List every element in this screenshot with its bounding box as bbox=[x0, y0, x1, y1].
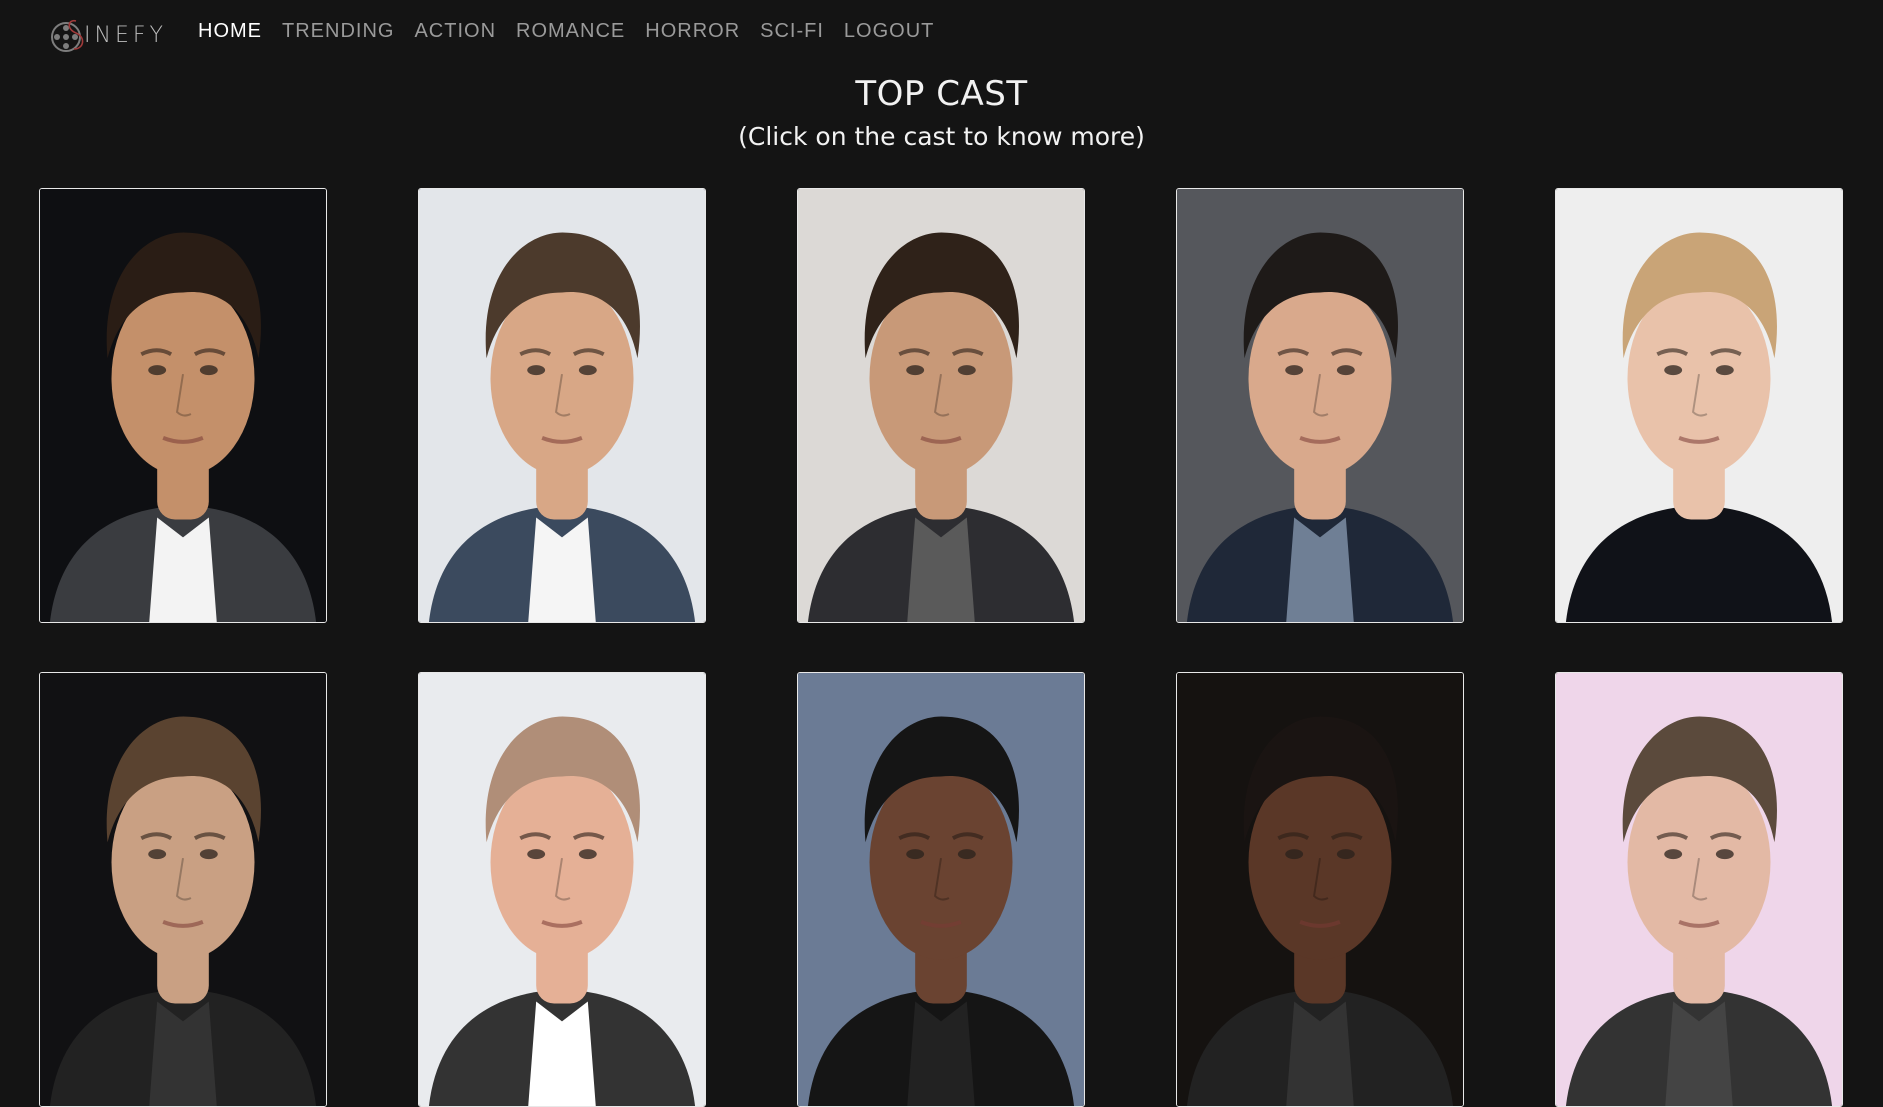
cast-photo bbox=[419, 189, 705, 622]
cast-photo bbox=[1177, 673, 1463, 1106]
cast-card[interactable] bbox=[39, 672, 327, 1107]
cast-photo bbox=[798, 189, 1084, 622]
nav-horror[interactable]: HORROR bbox=[645, 20, 740, 43]
film-reel-icon bbox=[51, 19, 84, 52]
cast-photo bbox=[1556, 189, 1842, 622]
cast-card[interactable] bbox=[39, 188, 327, 623]
page-title: TOP CAST bbox=[855, 74, 1028, 114]
navbar: INEFY HOME TRENDING ACTION ROMANCE HORRO… bbox=[0, 0, 1883, 64]
nav-links: HOME TRENDING ACTION ROMANCE HORROR SCI-… bbox=[198, 20, 954, 43]
cast-card[interactable] bbox=[418, 188, 706, 623]
cast-photo bbox=[1177, 189, 1463, 622]
brand-logo[interactable]: INEFY bbox=[48, 14, 172, 56]
nav-logout[interactable]: LOGOUT bbox=[844, 20, 934, 43]
logo-text: INEFY bbox=[84, 22, 167, 48]
cast-photo bbox=[798, 673, 1084, 1106]
nav-home[interactable]: HOME bbox=[198, 20, 262, 43]
page-subtitle: (Click on the cast to know more) bbox=[738, 122, 1145, 151]
cast-card[interactable] bbox=[797, 672, 1085, 1107]
page-heading: TOP CAST (Click on the cast to know more… bbox=[0, 74, 1883, 151]
cast-photo bbox=[40, 673, 326, 1106]
nav-action[interactable]: ACTION bbox=[414, 20, 496, 43]
cast-card[interactable] bbox=[1555, 672, 1843, 1107]
cast-photo bbox=[40, 189, 326, 622]
nav-trending[interactable]: TRENDING bbox=[282, 20, 394, 43]
cast-card[interactable] bbox=[1555, 188, 1843, 623]
nav-sci-fi[interactable]: SCI-FI bbox=[760, 20, 824, 43]
cast-card[interactable] bbox=[797, 188, 1085, 623]
cast-card[interactable] bbox=[1176, 672, 1464, 1107]
cast-card[interactable] bbox=[1176, 188, 1464, 623]
cast-photo bbox=[419, 673, 705, 1106]
cast-photo bbox=[1556, 673, 1842, 1106]
nav-romance[interactable]: ROMANCE bbox=[516, 20, 625, 43]
cast-card[interactable] bbox=[418, 672, 706, 1107]
